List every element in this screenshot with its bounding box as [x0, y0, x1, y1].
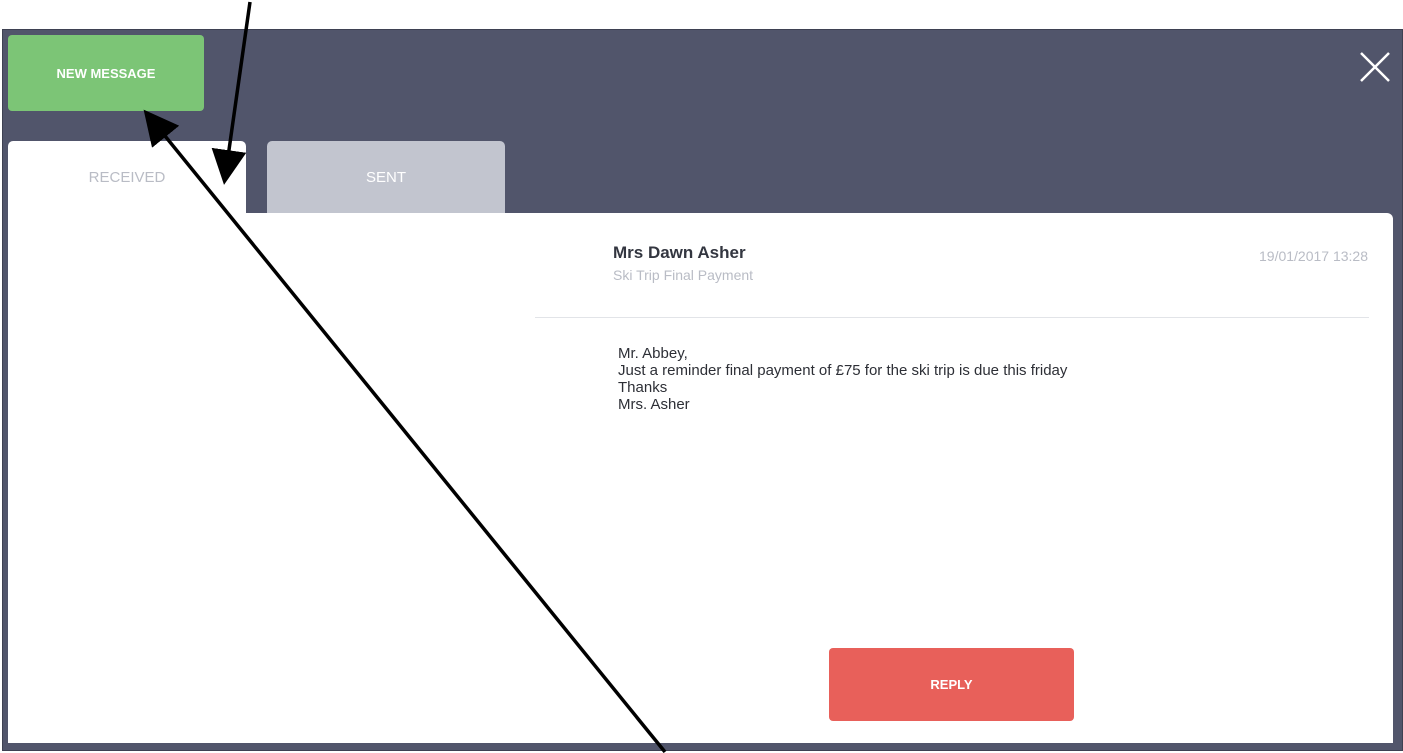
messages-window: NEW MESSAGE RECEIVED SENT Mrs Dawn Asher… — [2, 29, 1403, 751]
tab-sent[interactable]: SENT — [267, 141, 505, 215]
message-body: Mr. Abbey, Just a reminder final payment… — [618, 345, 1067, 413]
new-message-button[interactable]: NEW MESSAGE — [8, 35, 204, 111]
tab-sent-label: SENT — [365, 169, 406, 186]
message-body-line: Mr. Abbey, — [618, 345, 688, 362]
tab-received-label: RECEIVED — [88, 169, 166, 186]
message-body-line: Just a reminder final payment of £75 for… — [618, 362, 1068, 379]
message-body-line: Thanks — [618, 379, 668, 396]
screen: NEW MESSAGE RECEIVED SENT Mrs Dawn Asher… — [0, 0, 1403, 753]
divider — [535, 317, 1369, 318]
message-panel: Mrs Dawn Asher Ski Trip Final Payment 19… — [8, 213, 1393, 743]
message-body-line: Mrs. Asher — [618, 396, 690, 413]
message-timestamp: 19/01/2017 13:28 — [1259, 248, 1368, 264]
message-subject: Ski Trip Final Payment — [613, 267, 754, 283]
close-icon[interactable] — [1358, 50, 1392, 84]
reply-button[interactable]: REPLY — [829, 648, 1074, 721]
